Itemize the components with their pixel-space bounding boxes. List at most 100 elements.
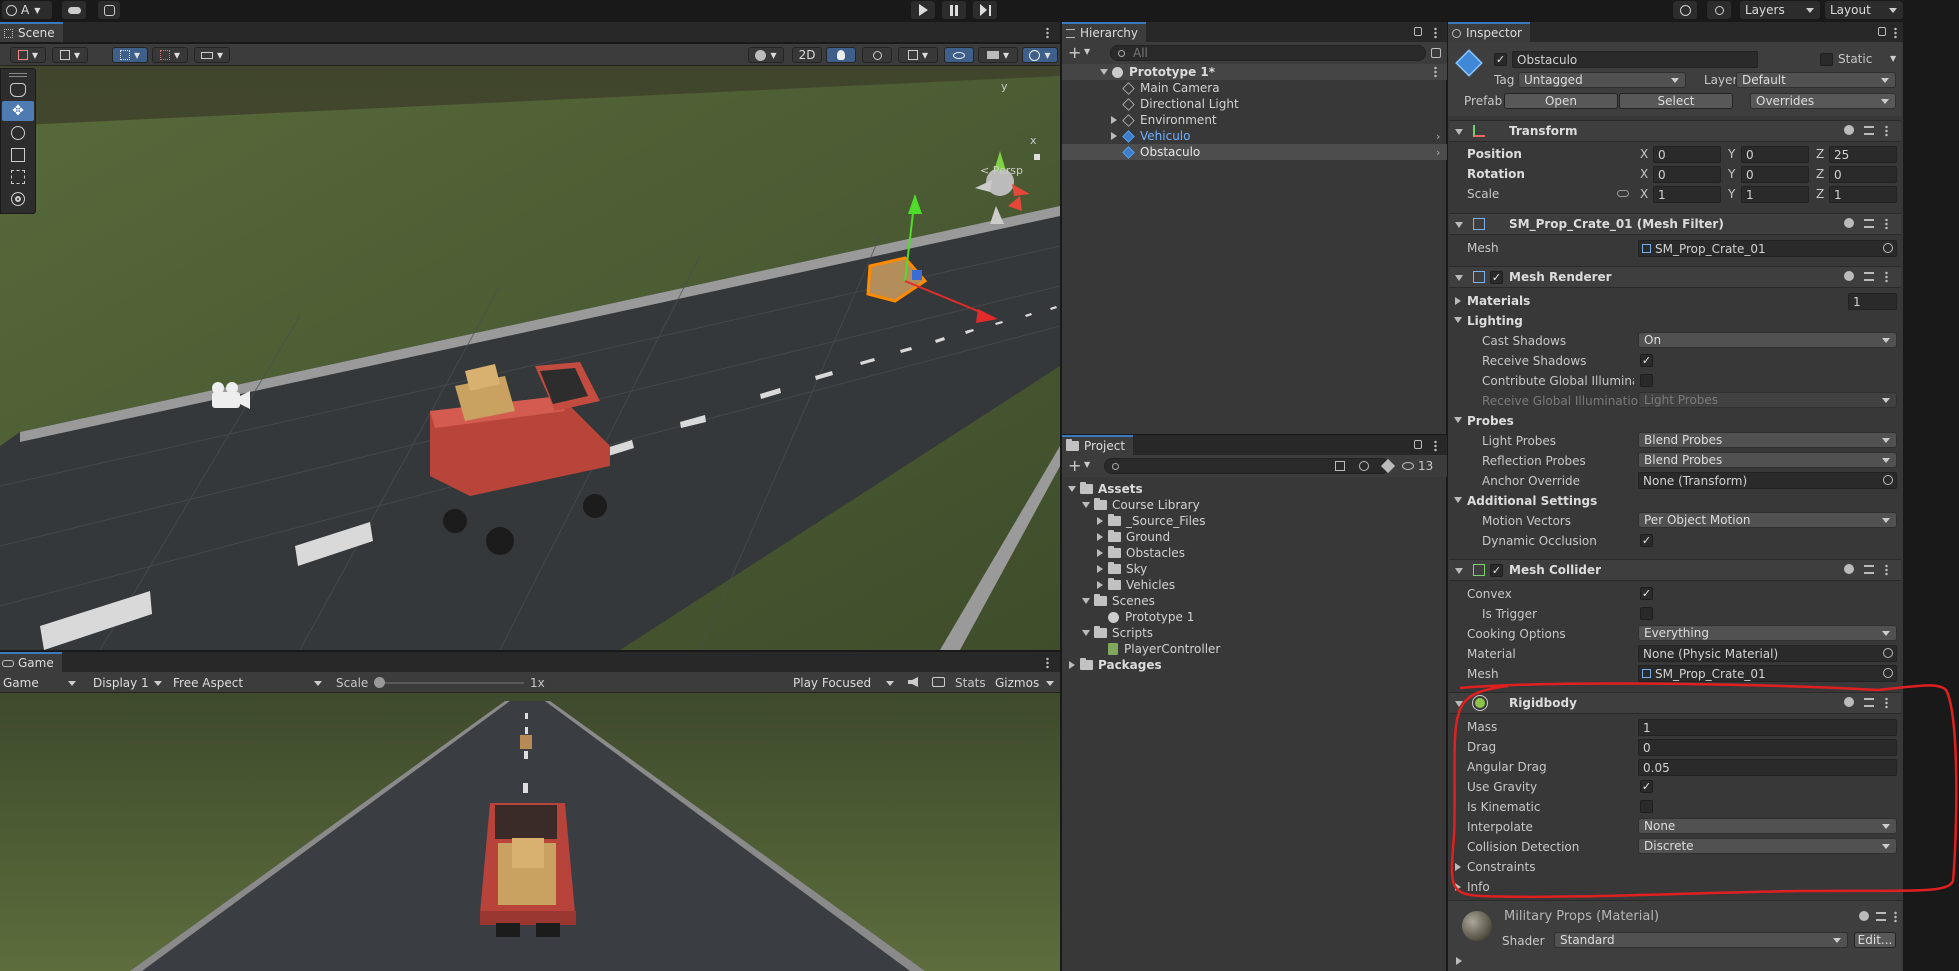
preset-icon[interactable] — [1864, 272, 1874, 281]
project-item-packages[interactable]: Packages — [1069, 657, 1162, 673]
scale-z-field[interactable]: 1 — [1829, 186, 1897, 203]
light-probes-dropdown[interactable]: Blend Probes — [1638, 432, 1897, 448]
search-button[interactable] — [1707, 1, 1731, 19]
scrollbar[interactable] — [1903, 22, 1959, 971]
hierarchy-item-main-camera[interactable]: Main Camera — [1122, 80, 1220, 96]
rotate-tool-icon[interactable] — [11, 126, 25, 140]
collapse-arrow-icon[interactable] — [1455, 701, 1463, 707]
is-kinematic-checkbox[interactable] — [1640, 800, 1653, 813]
use-gravity-checkbox[interactable]: ✓ — [1640, 780, 1653, 793]
project-item-scenes[interactable]: Scenes — [1082, 593, 1155, 609]
mute-audio-icon[interactable] — [908, 677, 918, 687]
transform-tool-icon[interactable] — [11, 192, 25, 206]
dynamic-occlusion-checkbox[interactable]: ✓ — [1640, 534, 1653, 547]
object-picker-icon[interactable] — [1883, 668, 1893, 678]
project-item-ground[interactable]: Ground — [1097, 529, 1170, 545]
tab-game[interactable]: Game — [0, 652, 62, 672]
lock-icon[interactable] — [1414, 27, 1422, 36]
grid-snap-button[interactable]: ▾ — [112, 47, 148, 63]
draw-mode-button[interactable]: ▾ — [10, 47, 46, 63]
account-button[interactable]: A ▼ — [2, 1, 52, 19]
visibility-button[interactable] — [944, 47, 974, 63]
hierarchy-item-directional-light[interactable]: Directional Light — [1122, 96, 1239, 112]
expand-arrow-icon[interactable] — [1097, 549, 1103, 557]
lock-icon[interactable] — [1878, 27, 1886, 36]
expand-arrow-icon[interactable] — [1082, 502, 1090, 508]
object-picker-icon[interactable] — [1883, 475, 1893, 485]
position-z-field[interactable]: 25 — [1829, 146, 1897, 163]
convex-checkbox[interactable]: ✓ — [1640, 587, 1653, 600]
tab-scene[interactable]: Scene — [0, 22, 63, 42]
scale-x-field[interactable]: 1 — [1653, 186, 1721, 203]
scene-menu-icon[interactable] — [1046, 27, 1049, 39]
render-mode-button[interactable]: ▾ — [52, 47, 88, 63]
expand-arrow-icon[interactable] — [1111, 132, 1117, 140]
prefab-overrides-dropdown[interactable]: Overrides — [1750, 93, 1896, 109]
play-button[interactable] — [911, 1, 935, 19]
collab-button[interactable] — [98, 1, 120, 19]
scale-slider[interactable] — [374, 677, 524, 688]
object-picker-icon[interactable] — [1883, 648, 1893, 658]
preset-icon[interactable] — [1864, 126, 1874, 135]
shading-button[interactable]: ▾ — [748, 47, 784, 63]
mesh-filter-header[interactable]: SM_Prop_Crate_01 (Mesh Filter) — [1449, 213, 1901, 235]
contribute-gi-checkbox[interactable] — [1640, 374, 1653, 387]
mesh-renderer-enabled-checkbox[interactable]: ✓ — [1490, 271, 1503, 284]
mass-field[interactable]: 1 — [1638, 719, 1897, 736]
project-search-input[interactable] — [1104, 458, 1390, 474]
hierarchy-item-environment[interactable]: Environment — [1111, 112, 1217, 128]
expand-arrow-icon[interactable] — [1455, 863, 1461, 871]
help-icon[interactable] — [1859, 911, 1869, 921]
expand-arrow-icon[interactable] — [1097, 533, 1103, 541]
add-chevron-icon[interactable]: ▼ — [1084, 460, 1090, 469]
rigidbody-header[interactable]: Rigidbody — [1449, 692, 1901, 714]
display-dropdown[interactable]: Display 1 — [88, 674, 168, 691]
inspector-menu-icon[interactable] — [1894, 27, 1897, 39]
collapse-arrow-icon[interactable] — [1454, 317, 1462, 323]
position-y-field[interactable]: 0 — [1741, 146, 1809, 163]
receive-shadows-checkbox[interactable]: ✓ — [1640, 354, 1653, 367]
collapse-arrow-icon[interactable] — [1455, 568, 1463, 574]
object-name-input[interactable]: Obstaculo — [1512, 51, 1758, 68]
physic-material-field[interactable]: None (Physic Material) — [1638, 645, 1897, 662]
tab-inspector[interactable]: Inspector — [1448, 22, 1530, 42]
expand-arrow-icon[interactable] — [1069, 661, 1075, 669]
object-picker-icon[interactable] — [1883, 243, 1893, 253]
rotation-x-field[interactable]: 0 — [1653, 166, 1721, 183]
pause-button[interactable] — [942, 1, 966, 19]
game-view-dropdown[interactable]: Game — [0, 674, 82, 691]
filter-type-icon[interactable] — [1359, 461, 1369, 471]
interpolate-dropdown[interactable]: None — [1638, 818, 1897, 834]
hierarchy-item-obstaculo[interactable]: Obstaculo — [1062, 144, 1447, 160]
component-menu-icon[interactable] — [1885, 697, 1888, 709]
component-menu-icon[interactable] — [1885, 125, 1888, 137]
project-menu-icon[interactable] — [1434, 440, 1437, 452]
layout-dropdown[interactable]: Layout — [1825, 1, 1903, 19]
search-by-type-icon[interactable] — [1335, 461, 1345, 471]
edit-shader-button[interactable]: Edit... — [1854, 932, 1896, 948]
angular-drag-field[interactable]: 0.05 — [1638, 759, 1897, 776]
increment-snap-button[interactable]: ▾ — [152, 47, 188, 63]
collider-mesh-field[interactable]: SM_Prop_Crate_01 — [1638, 665, 1897, 682]
cloud-button[interactable] — [62, 1, 86, 19]
is-trigger-checkbox[interactable] — [1640, 607, 1653, 620]
help-icon[interactable] — [1844, 697, 1854, 707]
lock-icon[interactable] — [1414, 440, 1422, 449]
hierarchy-item-vehiculo[interactable]: Vehiculo — [1111, 128, 1190, 144]
tab-hierarchy[interactable]: Hierarchy — [1062, 22, 1147, 42]
chevron-right-icon[interactable]: › — [1436, 146, 1440, 159]
help-icon[interactable] — [1844, 218, 1854, 228]
expand-arrow-icon[interactable] — [1097, 517, 1103, 525]
reflection-probes-dropdown[interactable]: Blend Probes — [1638, 452, 1897, 468]
expand-arrow-icon[interactable] — [1097, 565, 1103, 573]
add-chevron-icon[interactable]: ▼ — [1084, 47, 1090, 56]
scene-row-menu-icon[interactable] — [1434, 66, 1437, 78]
project-item-scripts[interactable]: Scripts — [1082, 625, 1153, 641]
persp-label[interactable]: < Persp — [980, 164, 1023, 177]
scale-tool-icon[interactable] — [11, 148, 25, 162]
expand-arrow-icon[interactable] — [1111, 116, 1117, 124]
project-item-prototype-scene[interactable]: Prototype 1 — [1108, 609, 1194, 625]
scale-y-field[interactable]: 1 — [1741, 186, 1809, 203]
help-icon[interactable] — [1844, 271, 1854, 281]
hidden-packages-icon[interactable] — [1402, 462, 1414, 470]
